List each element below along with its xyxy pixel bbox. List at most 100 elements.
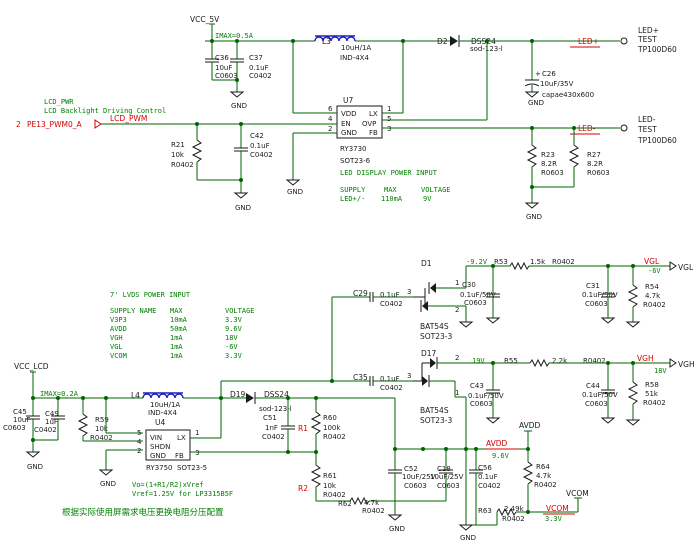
r23-ref: R23 — [541, 151, 555, 159]
lcd-pwm-label: LCD_PWM — [110, 114, 147, 123]
r64-pkg: R0402 — [534, 481, 557, 489]
u4-lx: LX — [177, 434, 186, 442]
u7-p5: 5 — [387, 115, 391, 123]
lvds-table-cell: 10mA — [170, 316, 188, 324]
c56-ref: C56 — [478, 464, 492, 472]
r61-ref: R61 — [323, 472, 337, 480]
r63-ref: R63 — [478, 507, 492, 515]
led-table-c3: 9V — [423, 195, 432, 203]
vgl-val: -6V — [648, 267, 661, 275]
r55-val: 2.2k — [552, 357, 568, 365]
formula2: Vref=1.25V for LP3315B5F — [132, 490, 233, 498]
l4-ref: L4 — [131, 391, 140, 400]
avdd-val: 9.6V — [492, 452, 510, 460]
led-table-h1: SUPPLY — [340, 186, 366, 194]
lvds-table-cell: 1mA — [170, 334, 183, 342]
r53-val: 1.5k — [530, 258, 546, 266]
u7-p2: 2 — [328, 125, 332, 133]
c45-ref: C45 — [13, 408, 27, 416]
r27-ref: R27 — [587, 151, 601, 159]
c30-val: 0.1uF/50V — [460, 291, 496, 299]
r23-pkg: R0603 — [541, 169, 564, 177]
r60-pkg: R0402 — [323, 433, 346, 441]
r58-pkg: R0402 — [643, 399, 666, 407]
c37-ref: C37 — [249, 54, 263, 62]
u7-p6: 6 — [328, 105, 333, 113]
led-table-h3: VOLTAGE — [421, 186, 451, 194]
d17-pkg: BAT54S — [420, 406, 449, 415]
u4-part: RY3750 — [146, 464, 173, 472]
r62-pkg: R0402 — [362, 507, 385, 515]
r2-label: R2 — [298, 484, 308, 493]
r61-val: 10k — [323, 482, 337, 490]
c51-val: 1nF — [265, 424, 278, 432]
u4-fb: FB — [175, 452, 184, 460]
gnd-c26: GND — [528, 99, 544, 107]
c26-plus: + — [535, 70, 541, 78]
lvds-table-cell: 50mA — [170, 325, 188, 333]
led-minus-net: LED- — [578, 124, 596, 133]
lvds-table-cell: VGH — [110, 334, 123, 342]
c36-ref: C36 — [215, 54, 229, 62]
c44-ref: C44 — [586, 382, 600, 390]
c35-ref: C35 — [353, 373, 368, 382]
l4-pkg: IND-4X4 — [148, 409, 177, 417]
config-note: 根据实际使用屏需求电压更换电阻分压配置 — [62, 507, 224, 518]
imax-top-label: IMAX=0.5A — [215, 32, 254, 40]
vgh-port: VGH — [678, 360, 695, 369]
u4-pkg: SOT23-5 — [177, 464, 207, 472]
c29-val: 0.1uF — [380, 291, 400, 299]
u7-en: EN — [341, 120, 351, 128]
c49-pkg: C0402 — [34, 426, 57, 434]
r27-pkg: R0603 — [587, 169, 610, 177]
u4-p5: 5 — [137, 429, 141, 437]
pin2-label: 2 — [16, 120, 21, 129]
d17-ref: D17 — [421, 349, 437, 358]
u7-p3: 3 — [387, 125, 391, 133]
vcom-label: VCOM — [566, 489, 589, 498]
avdd-net: AVDD — [486, 439, 508, 448]
lvds-table-cell: V3P3 — [110, 316, 127, 324]
gnd-u7: GND — [287, 188, 303, 196]
led-table-h2: MAX — [384, 186, 397, 194]
formula1: Vo=(1+R1/R2)xVref — [132, 481, 204, 489]
d2-ref: D2 — [437, 37, 448, 46]
l3-ref: L3 — [322, 37, 331, 46]
vgl-port: VGL — [678, 263, 694, 272]
c42-pkg: C0402 — [250, 151, 273, 159]
vgl-net-label: -9.2V — [466, 258, 488, 266]
d19-ref: D19 — [230, 390, 246, 399]
u4-gnd: GND — [150, 452, 166, 460]
d2-pkg: sod-123-l — [470, 45, 503, 53]
schematic-canvas: VCC_5V IMAX=0.5A C36 10uF C0603 C37 0.1u… — [0, 0, 700, 548]
u7-fb: FB — [369, 129, 378, 137]
c52-pkg: C0603 — [404, 482, 427, 490]
c26-val: 10uF/35V — [540, 80, 574, 88]
gnd-r62: GND — [389, 525, 405, 533]
led-plus-test-2: TEST — [637, 35, 657, 44]
c31-pkg: C0603 — [585, 300, 608, 308]
lvds-table-cell: 3.3V — [225, 352, 243, 360]
lvds-table-cell: 3.3V — [225, 316, 243, 324]
lvds-title: 7' LVDS POWER INPUT — [110, 291, 191, 299]
c56-pkg: C0402 — [478, 482, 501, 490]
vgh-net: VGH — [637, 354, 654, 363]
lvds-table-cell: 1mA — [170, 352, 183, 360]
c30-pkg: C0603 — [464, 299, 487, 307]
c42-ref: C42 — [250, 132, 264, 140]
c29-ref: C29 — [353, 289, 368, 298]
lvds-table-cell: VCOM — [110, 352, 127, 360]
r61-pkg: R0402 — [323, 491, 346, 499]
r59-ref: R59 — [95, 416, 109, 424]
r53-ref: R53 — [494, 258, 508, 266]
d1-p3: 3 — [407, 288, 411, 296]
vgh-val: 18V — [654, 367, 667, 375]
c18-val: 10uF/25V — [430, 473, 464, 481]
r54-ref: R54 — [645, 283, 659, 291]
lvds-table: SUPPLY NAME MAX VOLTAGE V3P3 10mA 3.3V AVDD 50m… — [110, 307, 255, 360]
lvds-table-cell: VGL — [110, 343, 123, 351]
pe13-label: PE13_PWM0_A — [27, 120, 82, 129]
u4-shdn: SHDN — [150, 443, 170, 451]
c45-val: 10uF — [13, 416, 30, 424]
lcd-backlight-label: LCD Backlight Driving Control — [44, 107, 166, 115]
